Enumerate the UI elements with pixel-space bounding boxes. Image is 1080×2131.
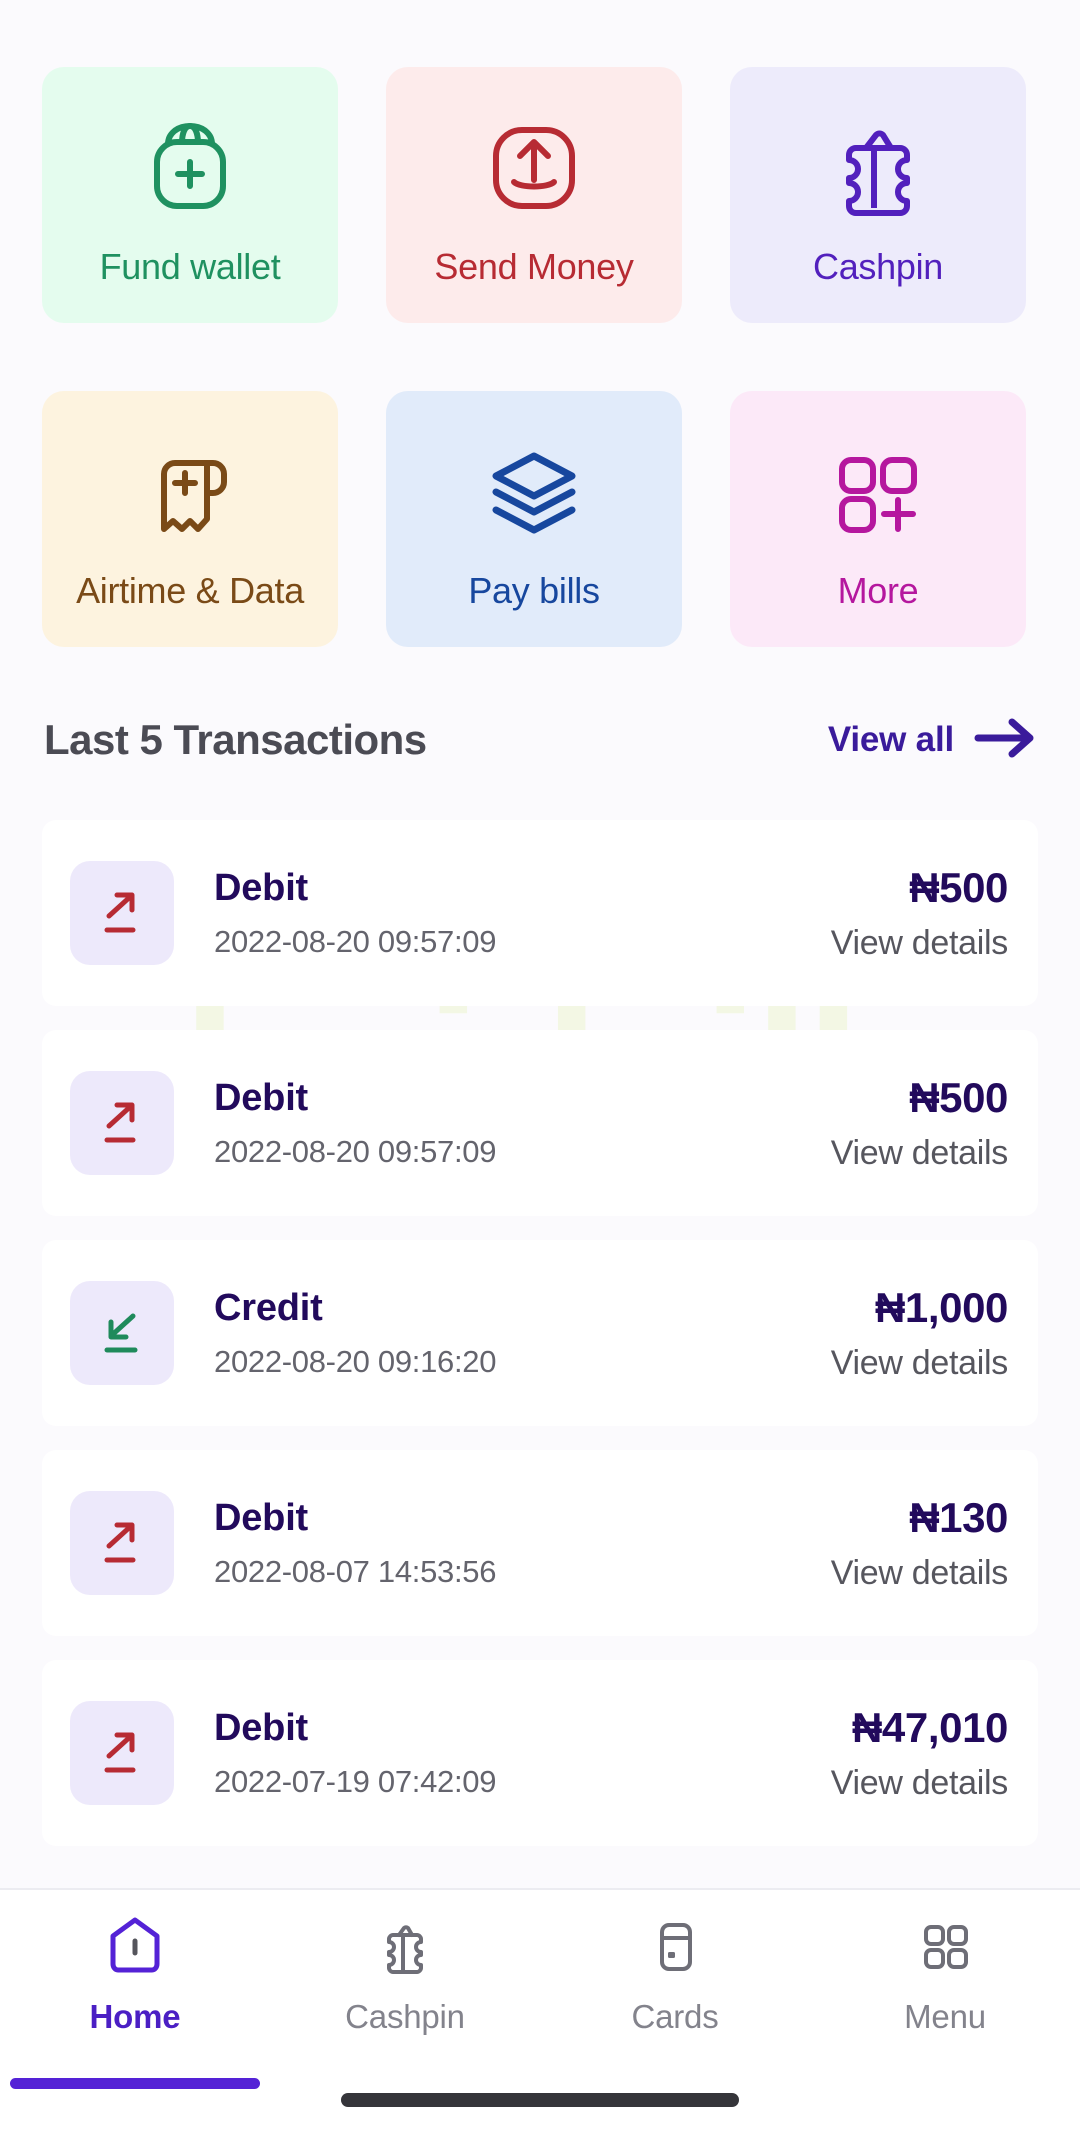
arrow-up-right-icon: [70, 1491, 174, 1595]
view-details-link[interactable]: View details: [831, 1134, 1009, 1173]
transaction-type: Credit: [214, 1286, 323, 1329]
transaction-amount: ₦47,010: [852, 1703, 1008, 1751]
bottom-nav-items: Home Cashpin Cards Menu: [0, 1890, 1080, 2089]
transaction-amount: ₦500: [909, 1073, 1008, 1121]
cashpin-bag-icon: [826, 102, 930, 220]
transaction-amount: ₦500: [909, 863, 1008, 911]
send-money-icon: [482, 102, 586, 220]
cashpin-bag-icon: [377, 1914, 433, 1980]
table-row[interactable]: Debit 2022-08-07 14:53:56 ₦130 View deta…: [42, 1450, 1038, 1636]
quick-action-label: Cashpin: [813, 246, 943, 287]
transactions-list: Debit 2022-08-20 09:57:09 ₦500 View deta…: [42, 820, 1038, 1870]
transaction-type: Debit: [214, 1496, 309, 1539]
view-details-link[interactable]: View details: [831, 1764, 1009, 1803]
transaction-info: Credit 2022-08-20 09:16:20: [174, 1287, 831, 1380]
transaction-type: Debit: [214, 1706, 309, 1749]
quick-action-airtime-data[interactable]: Airtime & Data: [42, 391, 338, 647]
table-row[interactable]: Credit 2022-08-20 09:16:20 ₦1,000 View d…: [42, 1240, 1038, 1426]
transaction-amount-block: ₦500 View details: [831, 1073, 1009, 1173]
quick-action-cashpin[interactable]: Cashpin: [730, 67, 1026, 323]
home-pentagon-icon: [106, 1914, 164, 1980]
transaction-date: 2022-08-20 09:57:09: [214, 923, 497, 959]
quick-action-send-money[interactable]: Send Money: [386, 67, 682, 323]
receipt-plus-icon: [138, 426, 242, 544]
nav-label: Menu: [904, 1998, 986, 2035]
view-all-button[interactable]: View all: [828, 717, 1036, 764]
transaction-type: Debit: [214, 1076, 309, 1119]
home-indicator: [341, 2093, 739, 2107]
transaction-amount-block: ₦500 View details: [831, 863, 1009, 963]
view-all-label: View all: [827, 720, 954, 759]
view-details-link[interactable]: View details: [831, 924, 1009, 963]
nav-item-cashpin[interactable]: Cashpin: [270, 1890, 540, 2075]
quick-actions-grid: Fund wallet Send Money Cashpin Airtime &…: [42, 67, 1038, 647]
transaction-info: Debit 2022-07-19 07:42:09: [174, 1707, 831, 1800]
transaction-info: Debit 2022-08-07 14:53:56: [174, 1497, 831, 1590]
transaction-date: 2022-08-07 14:53:56: [214, 1553, 497, 1589]
transaction-amount-block: ₦47,010 View details: [831, 1703, 1009, 1803]
transaction-info: Debit 2022-08-20 09:57:09: [174, 1077, 831, 1170]
nav-label: Home: [89, 1998, 181, 2035]
quick-action-label: Fund wallet: [99, 246, 281, 287]
quick-action-label: Airtime & Data: [76, 570, 304, 611]
transactions-section-header: Last 5 Transactions View all: [44, 716, 1036, 764]
view-details-link[interactable]: View details: [831, 1554, 1009, 1593]
transaction-amount: ₦130: [909, 1493, 1008, 1541]
arrow-up-right-icon: [70, 1071, 174, 1175]
table-row[interactable]: Debit 2022-08-20 09:57:09 ₦500 View deta…: [42, 820, 1038, 1006]
view-details-link[interactable]: View details: [831, 1344, 1009, 1383]
quick-action-fund-wallet[interactable]: Fund wallet: [42, 67, 338, 323]
quick-action-label: Pay bills: [468, 570, 600, 611]
nav-label: Cashpin: [345, 1998, 465, 2035]
page-title: Last 5 Transactions: [44, 716, 427, 763]
quick-action-label: More: [837, 570, 919, 611]
arrow-up-right-icon: [70, 861, 174, 965]
arrow-down-left-icon: [70, 1281, 174, 1385]
table-row[interactable]: Debit 2022-07-19 07:42:09 ₦47,010 View d…: [42, 1660, 1038, 1846]
grid-menu-icon: [916, 1914, 974, 1980]
grid-plus-icon: [826, 426, 930, 544]
card-icon: [647, 1914, 703, 1980]
transaction-amount-block: ₦1,000 View details: [831, 1283, 1009, 1383]
nav-label: Cards: [631, 1998, 719, 2035]
nav-item-cards[interactable]: Cards: [540, 1890, 810, 2075]
quick-action-more[interactable]: More: [730, 391, 1026, 647]
transaction-date: 2022-07-19 07:42:09: [214, 1763, 497, 1799]
transaction-type: Debit: [214, 866, 309, 909]
wallet-plus-icon: [135, 102, 245, 220]
nav-item-menu[interactable]: Menu: [810, 1890, 1080, 2075]
layers-icon: [480, 426, 588, 544]
quick-action-pay-bills[interactable]: Pay bills: [386, 391, 682, 647]
app-screen: droidvilla Fund wallet: [0, 0, 1080, 2131]
table-row[interactable]: Debit 2022-08-20 09:57:09 ₦500 View deta…: [42, 1030, 1038, 1216]
transaction-info: Debit 2022-08-20 09:57:09: [174, 867, 831, 960]
transaction-amount-block: ₦130 View details: [831, 1493, 1009, 1593]
nav-item-home[interactable]: Home: [0, 1890, 270, 2089]
quick-action-label: Send Money: [434, 246, 634, 287]
active-tab-indicator: [10, 2078, 260, 2089]
arrow-right-icon: [974, 717, 1036, 764]
transaction-date: 2022-08-20 09:57:09: [214, 1133, 497, 1169]
arrow-up-right-icon: [70, 1701, 174, 1805]
bottom-navigation-bar: Home Cashpin Cards Menu: [0, 1888, 1080, 2131]
transaction-date: 2022-08-20 09:16:20: [214, 1343, 497, 1379]
transaction-amount: ₦1,000: [874, 1283, 1008, 1331]
